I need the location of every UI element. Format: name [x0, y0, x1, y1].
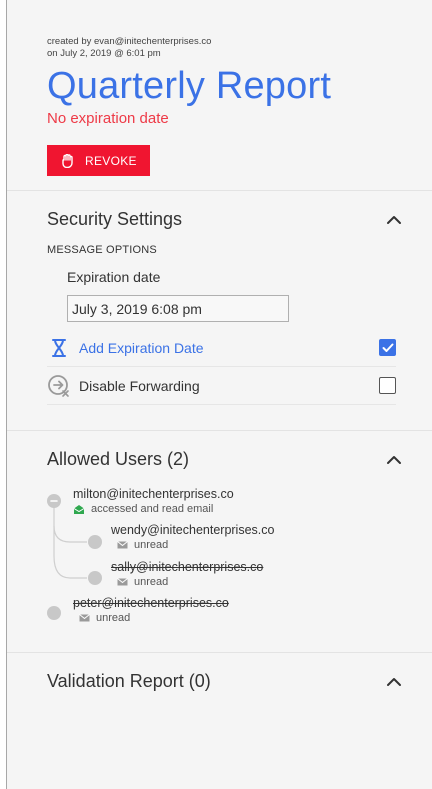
user-email: milton@initechenterprises.co	[73, 487, 234, 501]
message-options-label: MESSAGE OPTIONS	[47, 244, 157, 256]
chevron-up-icon[interactable]	[384, 672, 404, 692]
created-on-text: on July 2, 2019 @ 6:01 pm	[47, 48, 161, 59]
user-status: unread	[79, 612, 229, 624]
expiration-date-label: Expiration date	[67, 269, 161, 285]
user-email: peter@initechenterprises.co	[73, 596, 229, 610]
user-node-icon	[88, 571, 102, 585]
chevron-up-icon[interactable]	[384, 450, 404, 470]
user-status-text: unread	[134, 539, 169, 551]
add-expiration-row[interactable]: Add Expiration Date	[47, 329, 396, 367]
user-status: unread	[117, 576, 263, 588]
user-email: wendy@initechenterprises.co	[111, 523, 275, 537]
user-item-sally[interactable]: sally@initechenterprises.co unread	[111, 560, 263, 588]
user-item-peter[interactable]: peter@initechenterprises.co unread	[73, 596, 229, 624]
user-node-icon	[47, 606, 61, 620]
user-item-wendy[interactable]: wendy@initechenterprises.co unread	[111, 523, 274, 551]
user-status-text: accessed and read email	[91, 503, 214, 515]
checkmark-icon	[382, 343, 393, 352]
envelope-icon	[79, 614, 90, 622]
envelope-icon	[117, 578, 128, 586]
add-expiration-link[interactable]: Add Expiration Date	[79, 340, 379, 356]
hourglass-icon	[47, 338, 71, 358]
page-title: Quarterly Report	[47, 65, 332, 107]
message-details-panel: created by evan@initechenterprises.co on…	[6, 0, 432, 789]
security-settings-title: Security Settings	[47, 209, 183, 229]
disable-forwarding-label: Disable Forwarding	[79, 377, 200, 394]
user-tree: milton@initechenterprises.co accessed an…	[7, 486, 432, 636]
created-by-text: created by evan@initechenterprises.co	[47, 36, 212, 47]
hand-stop-icon	[62, 153, 73, 168]
user-item-milton[interactable]: milton@initechenterprises.co accessed an…	[73, 487, 234, 515]
add-expiration-checkbox[interactable]	[379, 339, 396, 356]
expiration-status: No expiration date	[47, 110, 169, 127]
disable-forwarding-row[interactable]: Disable Forwarding	[47, 367, 396, 405]
user-node-icon	[88, 535, 102, 549]
validation-report-section: Validation Report (0)	[7, 653, 432, 713]
no-forward-icon	[47, 374, 71, 398]
revoke-label: REVOKE	[85, 153, 137, 168]
security-settings-header[interactable]: Security Settings	[7, 209, 432, 230]
validation-report-header[interactable]: Validation Report (0)	[7, 671, 432, 692]
message-header: created by evan@initechenterprises.co on…	[7, 0, 432, 191]
allowed-users-section: Allowed Users (2) milton@initechenterpri…	[7, 431, 432, 653]
validation-report-title: Validation Report (0)	[47, 671, 211, 691]
revoke-button[interactable]: REVOKE	[47, 145, 150, 176]
user-status: unread	[117, 539, 274, 551]
envelope-icon	[117, 541, 128, 549]
user-status-text: unread	[134, 576, 169, 588]
user-status-text: unread	[96, 612, 131, 624]
security-settings-section: Security Settings MESSAGE OPTIONS Expira…	[7, 191, 432, 431]
user-email: sally@initechenterprises.co	[111, 560, 264, 574]
allowed-users-title: Allowed Users (2)	[47, 449, 190, 469]
allowed-users-header[interactable]: Allowed Users (2)	[7, 449, 432, 470]
collapse-node-icon[interactable]	[47, 494, 61, 508]
disable-forwarding-checkbox[interactable]	[379, 377, 396, 394]
chevron-up-icon[interactable]	[384, 210, 404, 230]
open-envelope-icon	[73, 504, 85, 514]
expiration-date-input[interactable]	[67, 295, 289, 322]
user-status: accessed and read email	[73, 503, 234, 515]
